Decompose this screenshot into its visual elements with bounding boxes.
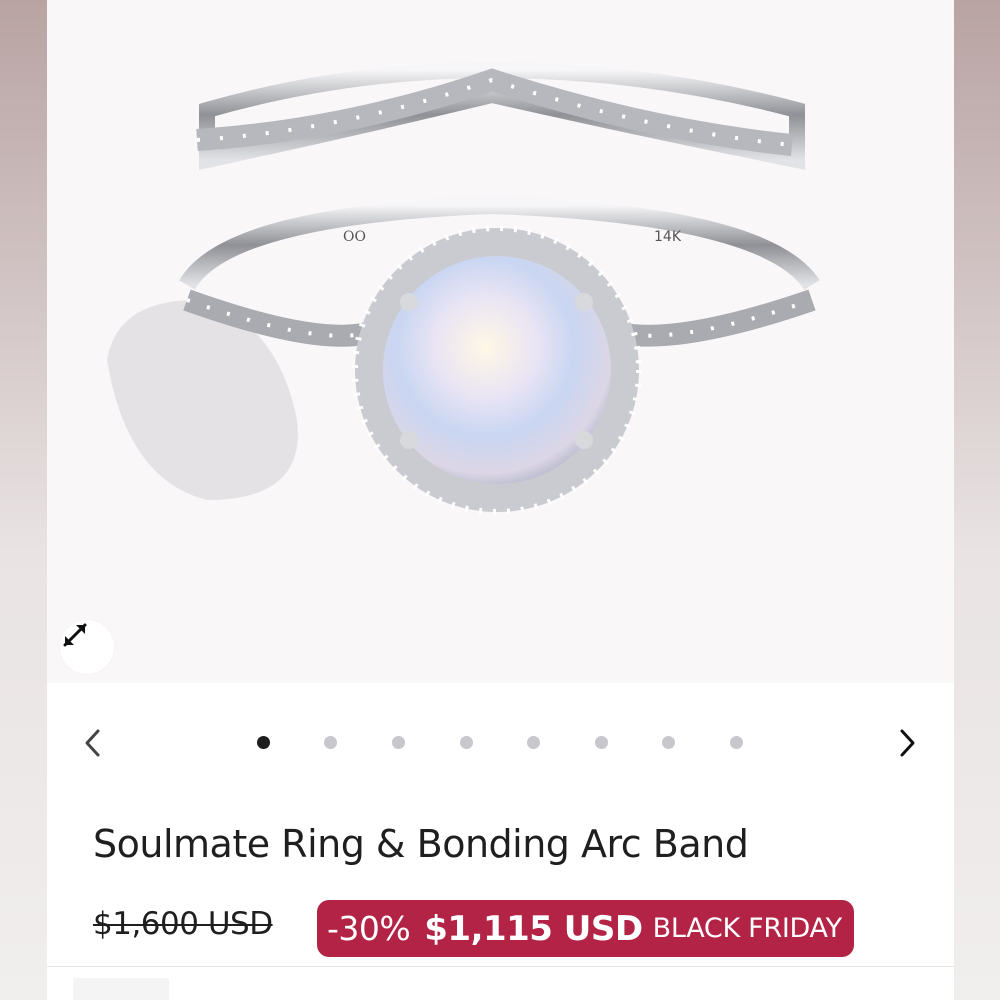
carousel-dot-4[interactable] [460,736,473,749]
promo-label: BLACK FRIDAY [652,913,842,944]
carousel-dot-6[interactable] [595,736,608,749]
carousel-dot-2[interactable] [324,736,337,749]
carousel-dot-7[interactable] [662,736,675,749]
carousel-dot-8[interactable] [730,736,743,749]
product-page: OO 14K Soulmate Ring & Bonding Arc Band … [47,0,954,1000]
original-price: $1,600 USD [93,906,273,942]
product-title: Soulmate Ring & Bonding Arc Band [93,822,749,866]
expand-image-button[interactable] [60,620,114,674]
ring-engraving-karat: 14K [654,229,682,245]
next-image-button[interactable] [887,723,927,763]
ring-engraving-logo: OO [343,229,366,245]
chevron-left-icon [85,729,100,757]
ring-set-illustration: OO 14K [107,61,820,515]
image-carousel-nav [47,715,954,771]
carousel-dot-5[interactable] [527,736,540,749]
carousel-dot-1[interactable] [257,736,270,749]
expand-arrows-icon [63,623,87,647]
section-divider [47,966,954,967]
product-image[interactable]: OO 14K [47,0,954,683]
sale-price: $1,115 USD [424,908,643,949]
chevron-right-icon [900,729,915,757]
sale-price-badge: -30% $1,115 USD BLACK FRIDAY [317,900,854,957]
previous-image-button[interactable] [73,723,113,763]
next-section-placeholder [73,978,169,1000]
discount-percent: -30% [327,909,411,948]
carousel-dot-3[interactable] [392,736,405,749]
